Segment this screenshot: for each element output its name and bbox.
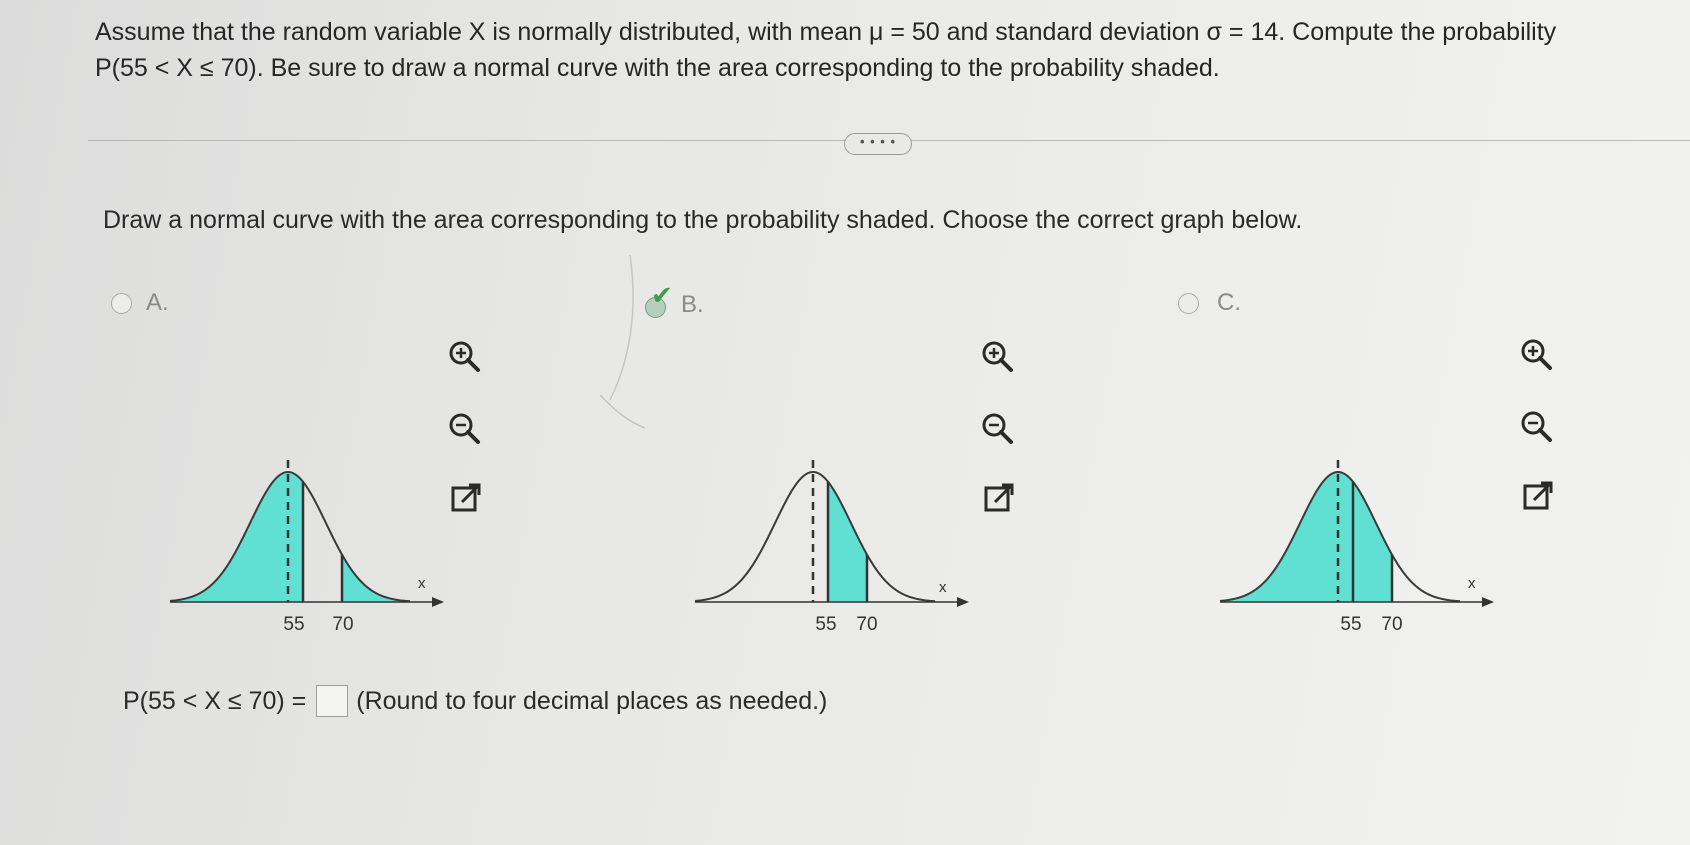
graph-a-tick-70: 70 — [332, 614, 353, 635]
graph-b-tick-55: 55 — [815, 614, 836, 635]
question-text: Assume that the random variable X is nor… — [95, 14, 1655, 86]
answer-input[interactable] — [316, 685, 349, 717]
graph-c-normal-curve: x 55 70 — [1220, 460, 1494, 635]
graph-b-tick-70: 70 — [856, 614, 877, 635]
graph-b-axis-label: x — [939, 579, 947, 596]
choice-a-radio-icon[interactable] — [111, 293, 132, 314]
graph-b-curve — [695, 470, 936, 603]
zoom-out-icon[interactable] — [446, 410, 482, 446]
zoom-out-icon[interactable] — [1518, 408, 1554, 444]
zoom-in-icon[interactable] — [1518, 336, 1554, 372]
zoom-in-icon[interactable] — [446, 338, 482, 374]
choice-c-radio-icon[interactable] — [1178, 293, 1199, 314]
answer-row: P(55 < X ≤ 70) = (Round to four decimal … — [123, 685, 827, 717]
choice-b-label[interactable]: B. — [681, 291, 704, 319]
graph-a-tick-55: 55 — [283, 614, 304, 635]
show-more-button[interactable]: • • • • — [844, 133, 912, 155]
answer-prefix: P(55 < X ≤ 70) = — [123, 686, 307, 715]
zoom-out-icon[interactable] — [979, 410, 1015, 446]
graph-a-normal-curve: x 55 70 — [170, 460, 444, 635]
question-line-2: P(55 < X ≤ 70). Be sure to draw a normal… — [95, 54, 1220, 82]
instruction-text: Draw a normal curve with the area corres… — [103, 206, 1303, 234]
pop-out-icon[interactable] — [981, 480, 1017, 516]
choice-c-label[interactable]: C. — [1217, 289, 1241, 317]
answer-hint: (Round to four decimal places as needed.… — [356, 686, 828, 715]
graph-c-tick-70: 70 — [1381, 614, 1402, 635]
choice-a-label[interactable]: A. — [146, 289, 169, 317]
question-line-1: Assume that the random variable X is nor… — [95, 18, 1557, 46]
pop-out-icon[interactable] — [448, 480, 484, 516]
graph-c-shade-left — [1220, 472, 1392, 602]
graph-a-axis-label: x — [418, 575, 426, 592]
check-icon: ✔ — [651, 280, 673, 310]
zoom-in-icon[interactable] — [979, 338, 1015, 374]
graph-a-shade-left — [170, 472, 303, 602]
pen-scribble — [599, 254, 646, 429]
graph-c-tick-55: 55 — [1340, 614, 1361, 635]
pop-out-icon[interactable] — [1520, 478, 1556, 514]
graph-a-shade-right — [342, 554, 410, 602]
graph-c-axis-label: x — [1468, 575, 1476, 592]
graph-b-normal-curve: x 55 70 — [695, 460, 969, 635]
